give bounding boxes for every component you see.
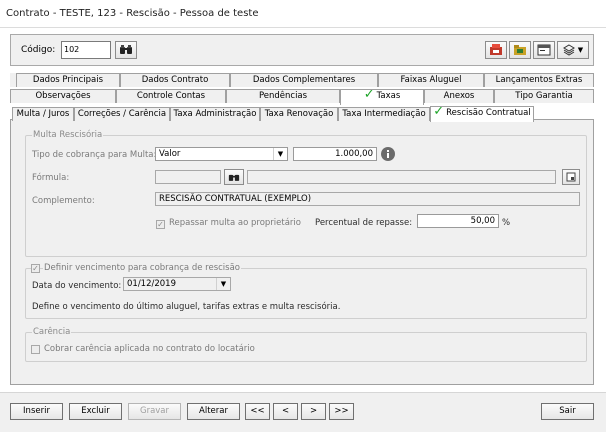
window-title: Contrato - TESTE, 123 - Rescisão - Pesso… bbox=[6, 8, 259, 19]
tipo-cobranca-select[interactable]: Valor ▼ bbox=[155, 147, 288, 161]
subtab-multa-juros[interactable]: Multa / Juros bbox=[12, 107, 74, 121]
codigo-label: Código: bbox=[21, 45, 56, 55]
formula-description-input[interactable] bbox=[247, 170, 556, 184]
formula-code-input[interactable] bbox=[155, 170, 221, 184]
window-icon bbox=[537, 44, 551, 56]
cobrar-carencia-label: Cobrar carência aplicada no contrato do … bbox=[44, 344, 255, 354]
phone-icon bbox=[490, 44, 502, 55]
percentual-repasse-input[interactable]: 50,00 bbox=[417, 214, 499, 228]
vencimento-note: Define o vencimento do último aluguel, t… bbox=[32, 302, 341, 312]
check-icon: ✓ bbox=[363, 89, 375, 102]
tabs-row-1: Dados Principais Dados Contrato Dados Co… bbox=[10, 73, 594, 87]
chevron-down-icon[interactable]: ▼ bbox=[216, 278, 230, 290]
subtab-taxa-intermediacao[interactable]: Taxa Intermediação bbox=[338, 107, 430, 121]
inserir-button[interactable]: Inserir bbox=[10, 403, 63, 420]
more-options-button[interactable]: ▼ bbox=[557, 41, 589, 59]
print-button[interactable] bbox=[485, 41, 507, 59]
complemento-input[interactable]: RESCISÃO CONTRATUAL (EXEMPLO) bbox=[155, 192, 580, 206]
last-record-button[interactable]: >> bbox=[329, 403, 354, 420]
tipo-cobranca-value: Valor bbox=[159, 149, 181, 159]
definir-vencimento-checkbox[interactable]: ✓ bbox=[31, 264, 40, 273]
tab-dados-complementares[interactable]: Dados Complementares bbox=[230, 73, 378, 87]
first-record-button[interactable]: << bbox=[245, 403, 270, 420]
data-vencimento-value: 01/12/2019 bbox=[127, 279, 176, 289]
bottom-toolbar: Inserir Excluir Gravar Alterar << < > >>… bbox=[0, 392, 606, 432]
complemento-label: Complemento: bbox=[32, 196, 95, 206]
data-vencimento-label: Data do vencimento: bbox=[32, 281, 122, 291]
tipo-cobranca-label: Tipo de cobrança para Multa: bbox=[32, 150, 157, 160]
chevron-down-icon[interactable]: ▼ bbox=[273, 148, 287, 160]
tab-tipo-garantia[interactable]: Tipo Garantia bbox=[494, 89, 594, 103]
folder-icon bbox=[514, 45, 526, 55]
valor-multa-input[interactable]: 1.000,00 bbox=[293, 147, 377, 161]
header-panel: Código: 102 ▼ bbox=[10, 34, 594, 66]
cobrar-carencia-checkbox[interactable] bbox=[31, 345, 40, 354]
tab-lancamentos-extras[interactable]: Lançamentos Extras bbox=[484, 73, 594, 87]
search-formula-button[interactable] bbox=[224, 169, 244, 185]
alterar-button[interactable]: Alterar bbox=[187, 403, 240, 420]
formula-edit-button[interactable] bbox=[562, 169, 580, 185]
sair-button[interactable]: Sair bbox=[541, 403, 594, 420]
layers-icon bbox=[562, 44, 575, 56]
repassar-multa-label: Repassar multa ao proprietário bbox=[169, 218, 301, 228]
search-codigo-button[interactable] bbox=[115, 41, 137, 59]
prev-record-button[interactable]: < bbox=[273, 403, 298, 420]
tab-controle-contas[interactable]: Controle Contas bbox=[116, 89, 226, 103]
tab-faixas-aluguel[interactable]: Faixas Aluguel bbox=[378, 73, 484, 87]
formula-label: Fórmula: bbox=[32, 173, 70, 183]
gravar-button[interactable]: Gravar bbox=[128, 403, 181, 420]
binoculars-icon bbox=[228, 174, 240, 181]
percentual-repasse-label: Percentual de repasse: bbox=[315, 218, 413, 228]
tab-pendencias[interactable]: Pendências bbox=[226, 89, 340, 103]
tab-dados-principais[interactable]: Dados Principais bbox=[16, 73, 120, 87]
subtab-correcoes-carencia[interactable]: Correções / Carência bbox=[74, 107, 170, 121]
info-button[interactable] bbox=[380, 146, 397, 163]
tab-taxas[interactable]: ✓ Taxas bbox=[340, 89, 424, 105]
check-icon: ✓ bbox=[433, 106, 445, 119]
repassar-multa-checkbox[interactable]: ✓ bbox=[156, 220, 165, 229]
subtab-taxa-renovacao[interactable]: Taxa Renovação bbox=[260, 107, 338, 121]
tab-taxas-label: Taxas bbox=[376, 91, 401, 101]
carencia-group-title: Carência bbox=[32, 327, 72, 337]
tab-anexos[interactable]: Anexos bbox=[424, 89, 494, 103]
window-titlebar: Contrato - TESTE, 123 - Rescisão - Pesso… bbox=[0, 0, 606, 28]
tabs-row-2: Observações Controle Contas Pendências ✓… bbox=[10, 89, 594, 105]
binoculars-icon bbox=[120, 45, 132, 54]
tab-observacoes[interactable]: Observações bbox=[10, 89, 116, 103]
tab-dados-contrato[interactable]: Dados Contrato bbox=[120, 73, 230, 87]
next-record-button[interactable]: > bbox=[301, 403, 326, 420]
report-button[interactable] bbox=[533, 41, 555, 59]
subtab-rescisao-contratual[interactable]: ✓ Rescisão Contratual bbox=[430, 106, 534, 122]
percent-sign: % bbox=[502, 218, 511, 228]
document-button[interactable] bbox=[509, 41, 531, 59]
vencimento-group-title: Definir vencimento para cobrança de resc… bbox=[43, 263, 242, 273]
subtab-taxa-administracao[interactable]: Taxa Administração bbox=[170, 107, 260, 121]
excluir-button[interactable]: Excluir bbox=[69, 403, 122, 420]
codigo-input[interactable]: 102 bbox=[61, 41, 111, 59]
multa-group-title: Multa Rescisória bbox=[32, 130, 104, 140]
document-icon bbox=[566, 172, 576, 182]
chevron-down-icon: ▼ bbox=[577, 46, 584, 54]
info-icon bbox=[381, 147, 395, 161]
data-vencimento-input[interactable]: 01/12/2019 ▼ bbox=[123, 277, 231, 291]
subtab-rescisao-label: Rescisão Contratual bbox=[446, 108, 531, 118]
